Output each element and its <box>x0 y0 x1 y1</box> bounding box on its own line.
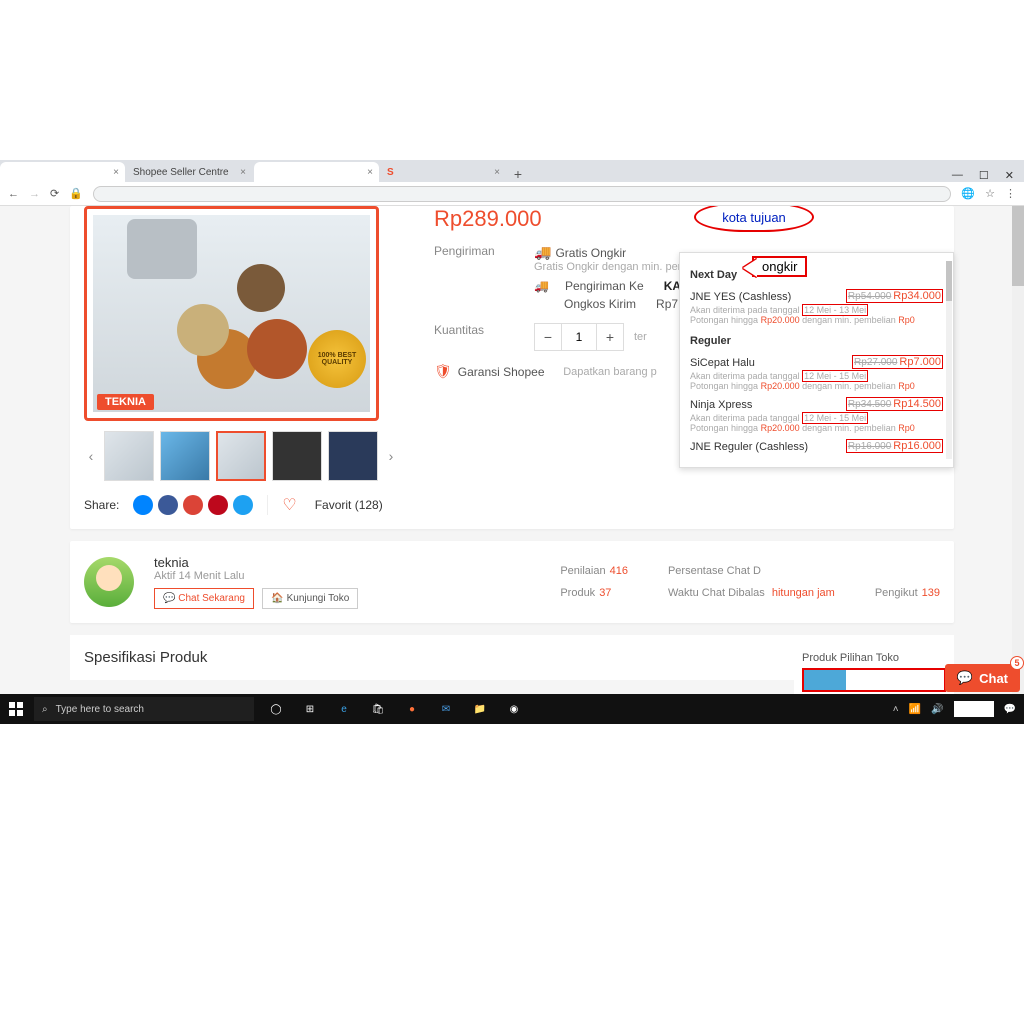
truck-icon: 🚚 <box>534 244 551 260</box>
edge-icon[interactable]: e <box>328 694 360 724</box>
shield-icon: 🛡 <box>434 363 452 380</box>
new-tab-button[interactable]: + <box>508 166 528 182</box>
share-label: Share: <box>84 498 119 512</box>
facebook-icon[interactable] <box>158 495 178 515</box>
product-main-image[interactable]: 100% BEST QUALITY TEKNIA <box>84 206 379 421</box>
thumb-1[interactable] <box>104 431 154 481</box>
twitter-icon[interactable] <box>233 495 253 515</box>
pinterest-icon[interactable] <box>208 495 228 515</box>
seller-card: teknia Aktif 14 Menit Lalu 💬 Chat Sekara… <box>70 541 954 623</box>
cortana-icon[interactable]: ◯ <box>260 694 292 724</box>
messenger-icon[interactable] <box>133 495 153 515</box>
chrome-icon[interactable]: ◉ <box>498 694 530 724</box>
chat-float-button[interactable]: 💬 Chat 5 <box>945 664 1020 692</box>
thumb-prev[interactable]: ‹ <box>84 431 98 481</box>
stock-text: ter <box>634 331 647 343</box>
guarantee-text: Dapatkan barang p <box>563 366 657 378</box>
chat-badge: 5 <box>1010 656 1024 670</box>
start-button[interactable] <box>0 694 32 724</box>
mail-icon[interactable]: ✉ <box>430 694 462 724</box>
window-min[interactable]: — <box>952 169 963 182</box>
page-scrollbar[interactable] <box>1012 206 1024 694</box>
notif-icon[interactable]: 💬 <box>1004 704 1016 715</box>
qty-minus[interactable]: − <box>535 324 561 350</box>
qty-plus[interactable]: + <box>597 324 623 350</box>
heart-icon[interactable]: ♡ <box>282 495 296 515</box>
nav-back[interactable]: ← <box>8 188 19 200</box>
seller-name[interactable]: teknia <box>154 555 362 570</box>
star-icon[interactable]: ☆ <box>985 187 995 200</box>
nav-fwd[interactable]: → <box>29 188 40 200</box>
annotation-kota-tujuan: kota tujuan <box>694 206 814 232</box>
wifi-icon[interactable]: 📶 <box>909 704 921 715</box>
thumb-next[interactable]: › <box>384 431 398 481</box>
lock-icon: 🔒 <box>69 187 83 200</box>
ongkir-label: Ongkos Kirim <box>564 297 636 311</box>
guarantee-label: Garansi Shopee <box>458 365 545 379</box>
tab-3[interactable]: × <box>254 162 379 182</box>
best-quality-badge: 100% BEST QUALITY <box>308 330 366 388</box>
address-bar[interactable] <box>93 186 952 202</box>
thumb-5[interactable] <box>328 431 378 481</box>
favorite-count[interactable]: Favorit (128) <box>315 498 383 512</box>
chat-now-button[interactable]: 💬 Chat Sekarang <box>154 588 254 609</box>
shipping-dropdown[interactable]: Next Day JNE YES (Cashless) Rp54.000Rp34… <box>679 252 954 468</box>
taskbar: ⌕ Type here to search ◯ ⊞ e 🛍 ● ✉ 📁 ◉ ˄ … <box>0 694 1024 724</box>
free-shipping: Gratis Ongkir <box>555 246 626 260</box>
ship-to-label: Pengiriman Ke <box>565 279 644 293</box>
brand-tag: TEKNIA <box>97 394 154 410</box>
ship-option-jne-reg[interactable]: JNE Reguler (Cashless) Rp16.000Rp16.000 <box>690 437 951 457</box>
store-icon[interactable]: 🛍 <box>362 694 394 724</box>
ship-option-ninja[interactable]: Ninja Xpress Rp34.500Rp14.500 Akan diter… <box>690 395 951 437</box>
browser-tabs: × Shopee Seller Centre× × S× + — ☐ ✕ <box>0 160 1024 182</box>
section-next-day: Next Day <box>690 269 951 281</box>
qty-label: Kuantitas <box>434 323 514 337</box>
menu-icon[interactable]: ⋮ <box>1005 187 1016 200</box>
shipping-label: Pengiriman <box>434 244 514 258</box>
seller-avatar[interactable] <box>84 557 134 607</box>
taskview-icon[interactable]: ⊞ <box>294 694 326 724</box>
side-product-thumb[interactable] <box>802 668 946 692</box>
annotation-ongkir: ongkir <box>752 256 807 277</box>
sound-icon[interactable]: 🔊 <box>931 704 943 715</box>
ship-option-jne-yes[interactable]: JNE YES (Cashless) Rp54.000Rp34.000 Akan… <box>690 287 951 329</box>
thumb-3[interactable] <box>216 431 266 481</box>
window-close[interactable]: ✕ <box>1005 169 1014 182</box>
ship-option-sicepat[interactable]: SiCepat Halu Rp27.000Rp7.000 Akan diteri… <box>690 353 951 395</box>
visit-shop-button[interactable]: 🏠 Kunjungi Toko <box>262 588 358 609</box>
taskbar-search[interactable]: ⌕ Type here to search <box>34 697 254 721</box>
tray-up-icon[interactable]: ˄ <box>893 704 899 715</box>
side-products: Produk Pilihan Toko <box>794 644 954 694</box>
section-reguler: Reguler <box>690 335 951 347</box>
firefox-icon[interactable]: ● <box>396 694 428 724</box>
tab-2[interactable]: Shopee Seller Centre× <box>127 162 252 182</box>
explorer-icon[interactable]: 📁 <box>464 694 496 724</box>
nav-reload[interactable]: ⟳ <box>50 187 59 200</box>
qty-input[interactable] <box>561 324 597 350</box>
clock[interactable] <box>954 701 994 717</box>
product-price: Rp289.000 <box>434 206 940 232</box>
gplus-icon[interactable] <box>183 495 203 515</box>
thumb-2[interactable] <box>160 431 210 481</box>
tab-4[interactable]: S× <box>381 162 506 182</box>
translate-icon[interactable]: 🌐 <box>961 187 975 200</box>
window-max[interactable]: ☐ <box>979 169 989 182</box>
thumb-4[interactable] <box>272 431 322 481</box>
quantity-stepper[interactable]: − + <box>534 323 624 351</box>
seller-active: Aktif 14 Menit Lalu <box>154 570 362 582</box>
tab-1[interactable]: × <box>0 162 125 182</box>
